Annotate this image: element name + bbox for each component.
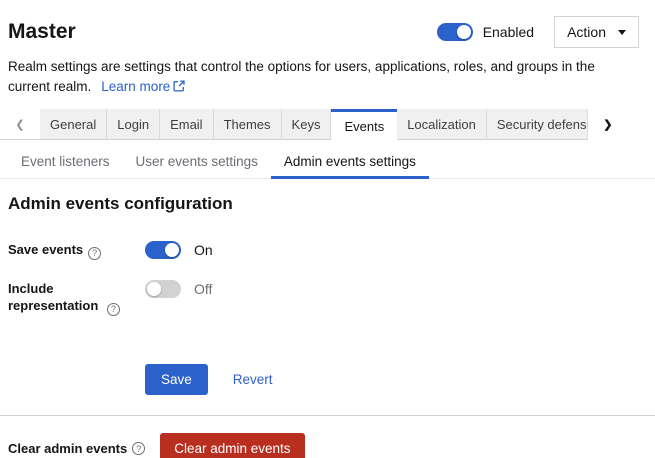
save-events-label-text: Save events bbox=[8, 242, 83, 257]
chevron-right-icon: ❯ bbox=[603, 118, 612, 131]
header-controls: Enabled Action bbox=[437, 16, 639, 48]
tab-keys[interactable]: Keys bbox=[282, 109, 332, 140]
clear-admin-events-label-text: Clear admin events bbox=[8, 441, 127, 456]
include-representation-label: Include representation ? bbox=[8, 280, 145, 316]
learn-more-label: Learn more bbox=[101, 79, 170, 94]
action-dropdown-button[interactable]: Action bbox=[554, 16, 639, 48]
question-circle-icon[interactable]: ? bbox=[88, 247, 101, 260]
subtab-user-events-settings[interactable]: User events settings bbox=[123, 146, 271, 179]
include-representation-state-label: Off bbox=[194, 281, 212, 297]
events-subtabs: Event listeners User events settings Adm… bbox=[0, 146, 655, 179]
include-representation-field: Include representation ? Off bbox=[8, 280, 639, 316]
save-events-label: Save events? bbox=[8, 241, 145, 260]
action-dropdown-label: Action bbox=[567, 24, 606, 40]
enabled-label: Enabled bbox=[483, 24, 534, 40]
revert-button[interactable]: Revert bbox=[233, 372, 273, 387]
caret-down-icon bbox=[618, 30, 626, 35]
realm-description-text: Realm settings are settings that control… bbox=[8, 59, 595, 94]
realm-enabled-toggle[interactable] bbox=[437, 23, 473, 41]
tabs-scroll-right-button[interactable]: ❯ bbox=[588, 109, 628, 140]
include-representation-switch[interactable] bbox=[145, 280, 181, 298]
clear-admin-events-button[interactable]: Clear admin events bbox=[160, 433, 304, 458]
toggle-knob bbox=[147, 282, 161, 296]
question-circle-icon[interactable]: ? bbox=[132, 442, 145, 455]
tab-login[interactable]: Login bbox=[107, 109, 160, 140]
toggle-knob bbox=[165, 243, 179, 257]
tab-events[interactable]: Events bbox=[331, 109, 397, 140]
save-events-switch[interactable] bbox=[145, 241, 181, 259]
include-representation-control: Off bbox=[145, 280, 212, 298]
page-header: Master Enabled Action Realm settings are… bbox=[0, 0, 655, 97]
admin-events-form: Save events? On Include representation ?… bbox=[8, 241, 639, 316]
form-actions: Save Revert bbox=[145, 364, 639, 395]
tab-localization[interactable]: Localization bbox=[397, 109, 487, 140]
question-circle-icon[interactable]: ? bbox=[107, 303, 120, 316]
save-events-state-label: On bbox=[194, 242, 213, 258]
admin-events-section: Admin events configuration Save events? … bbox=[0, 179, 655, 395]
clear-admin-events-row: Clear admin events? Clear admin events bbox=[0, 416, 655, 458]
page-title: Master bbox=[8, 20, 76, 44]
subtab-admin-events-settings[interactable]: Admin events settings bbox=[271, 146, 429, 179]
tab-email[interactable]: Email bbox=[160, 109, 214, 140]
external-link-icon bbox=[173, 80, 185, 92]
learn-more-link[interactable]: Learn more bbox=[101, 79, 185, 94]
save-events-field: Save events? On bbox=[8, 241, 639, 260]
include-representation-label-text: Include representation bbox=[8, 281, 98, 313]
chevron-left-icon: ❮ bbox=[15, 118, 24, 131]
subtab-event-listeners[interactable]: Event listeners bbox=[8, 146, 123, 179]
section-title: Admin events configuration bbox=[8, 194, 639, 214]
tab-general[interactable]: General bbox=[40, 109, 107, 140]
realm-settings-tabbar: ❮ General Login Email Themes Keys Events… bbox=[0, 109, 655, 140]
save-button[interactable]: Save bbox=[145, 364, 208, 395]
tab-security-defenses[interactable]: Security defens bbox=[487, 109, 588, 140]
realm-settings-page: Master Enabled Action Realm settings are… bbox=[0, 0, 655, 458]
tab-themes[interactable]: Themes bbox=[214, 109, 282, 140]
tabs-scroll-left-button[interactable]: ❮ bbox=[0, 109, 40, 140]
clear-admin-events-label: Clear admin events? bbox=[8, 441, 145, 456]
save-events-control: On bbox=[145, 241, 213, 259]
toggle-knob bbox=[457, 25, 471, 39]
realm-description: Realm settings are settings that control… bbox=[8, 57, 620, 97]
